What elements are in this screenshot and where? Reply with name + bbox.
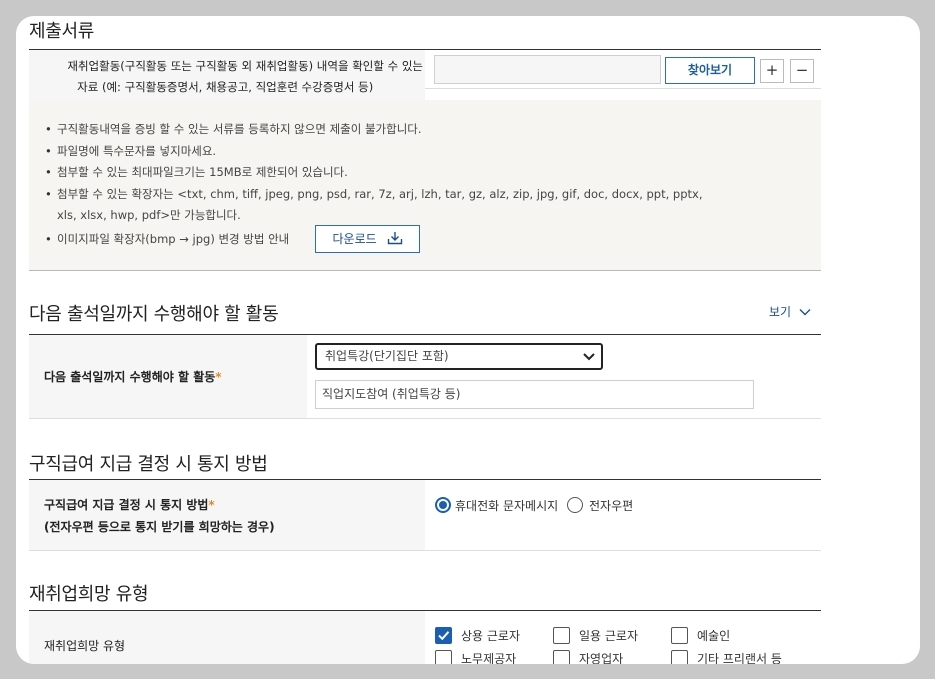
checkbox-labor-provider[interactable] (435, 650, 452, 664)
radio-email-label: 전자우편 (589, 499, 634, 513)
checkbox-freelancer-label: 기타 프리랜서 등 (697, 652, 782, 664)
notice-bottom-rule (29, 270, 821, 271)
notice-item: • 이미지파일 확장자(bmp → jpg) 변경 방법 안내 (45, 232, 290, 246)
notify-section-title: 구직급여 지급 결정 시 통지 방법 (29, 454, 268, 475)
checkbox-labor-provider-label: 노무제공자 (461, 652, 517, 664)
radio-sms-label: 휴대전화 문자메시지 (455, 499, 559, 513)
chevron-down-icon (583, 353, 595, 361)
notify-label-sub: (전자우편 등으로 통지 받기를 희망하는 경우) (44, 520, 275, 534)
docs-label-line1: 재취업활동(구직활동 또는 구직활동 외 재취업활동) 내역을 확인할 수 있는 (67, 59, 423, 73)
notice-item-continued: xls, xlsx, hwp, pdf>만 가능합니다. (57, 208, 241, 222)
activity-row-label: 다음 출석일까지 수행해야 할 활동* (29, 335, 307, 418)
checkbox-daily-worker-label: 일용 근로자 (579, 629, 639, 643)
download-icon (387, 232, 402, 245)
reemploy-row-label: 재취업희망 유형 (29, 611, 425, 664)
reemploy-section-title: 재취업희망 유형 (29, 584, 149, 605)
notify-row-label: 구직급여 지급 결정 시 통지 방법* (전자우편 등으로 통지 받기를 희망하… (29, 480, 425, 550)
checkbox-regular-worker-label: 상용 근로자 (461, 629, 521, 643)
docs-row-label: 재취업활동(구직활동 또는 구직활동 외 재취업활동) 내역을 확인할 수 있는… (29, 50, 425, 100)
browse-button[interactable]: 찾아보기 (665, 57, 755, 84)
checkbox-daily-worker[interactable] (553, 627, 570, 644)
notice-item: • 첨부할 수 있는 확장자는 <txt, chm, tiff, jpeg, pn… (45, 187, 703, 201)
activity-detail-value: 직업지도참여 (취업특강 등) (322, 387, 461, 401)
chevron-down-icon (799, 309, 811, 316)
docs-label-line2: 자료 (예: 구직활동증명서, 채용공고, 직업훈련 수강증명서 등) (77, 80, 374, 94)
activity-bottom-rule (29, 418, 821, 419)
activity-toggle[interactable]: 보기 (769, 303, 811, 320)
notice-item: • 파일명에 특수문자를 넣지마세요. (45, 144, 217, 158)
notify-bottom-rule (29, 550, 821, 551)
activity-label-text: 다음 출석일까지 수행해야 할 활동 (44, 370, 216, 384)
required-mark: * (215, 370, 222, 384)
checkbox-self-employed[interactable] (553, 650, 570, 664)
docs-row-rule (425, 88, 821, 89)
checkbox-artist-label: 예술인 (697, 629, 731, 643)
checkbox-self-employed-label: 자영업자 (579, 652, 624, 664)
notify-label-text: 구직급여 지급 결정 시 통지 방법 (44, 498, 209, 512)
checkbox-freelancer[interactable] (671, 650, 688, 664)
activity-select-value: 취업특강(단기집단 포함) (325, 349, 449, 363)
notice-item: • 첨부할 수 있는 최대파일크기는 15MB로 제한되어 있습니다. (45, 165, 348, 179)
radio-sms[interactable] (435, 497, 451, 513)
activity-select[interactable]: 취업특강(단기집단 포함) (315, 343, 603, 370)
upload-notice-box: • 구직활동내역을 증빙 할 수 있는 서류를 등록하지 않으면 제출이 불가합니… (29, 100, 821, 270)
form-card: 제출서류 재취업활동(구직활동 또는 구직활동 외 재취업활동) 내역을 확인할… (16, 16, 920, 664)
download-button[interactable]: 다운로드 (315, 225, 420, 253)
file-path-field[interactable] (434, 55, 661, 84)
checkbox-regular-worker[interactable] (435, 627, 452, 644)
activity-section-title: 다음 출석일까지 수행해야 할 활동 (29, 304, 279, 325)
reemploy-label-text: 재취업희망 유형 (44, 639, 126, 653)
add-file-button[interactable]: + (760, 59, 784, 83)
remove-file-button[interactable]: − (790, 59, 814, 83)
notice-item: • 구직활동내역을 증빙 할 수 있는 서류를 등록하지 않으면 제출이 불가합니… (45, 122, 422, 136)
check-icon (438, 631, 450, 641)
docs-section-title: 제출서류 (29, 21, 95, 42)
checkbox-artist[interactable] (671, 627, 688, 644)
activity-detail-field[interactable]: 직업지도참여 (취업특강 등) (315, 380, 754, 409)
radio-email[interactable] (567, 497, 583, 513)
required-mark: * (208, 498, 215, 512)
